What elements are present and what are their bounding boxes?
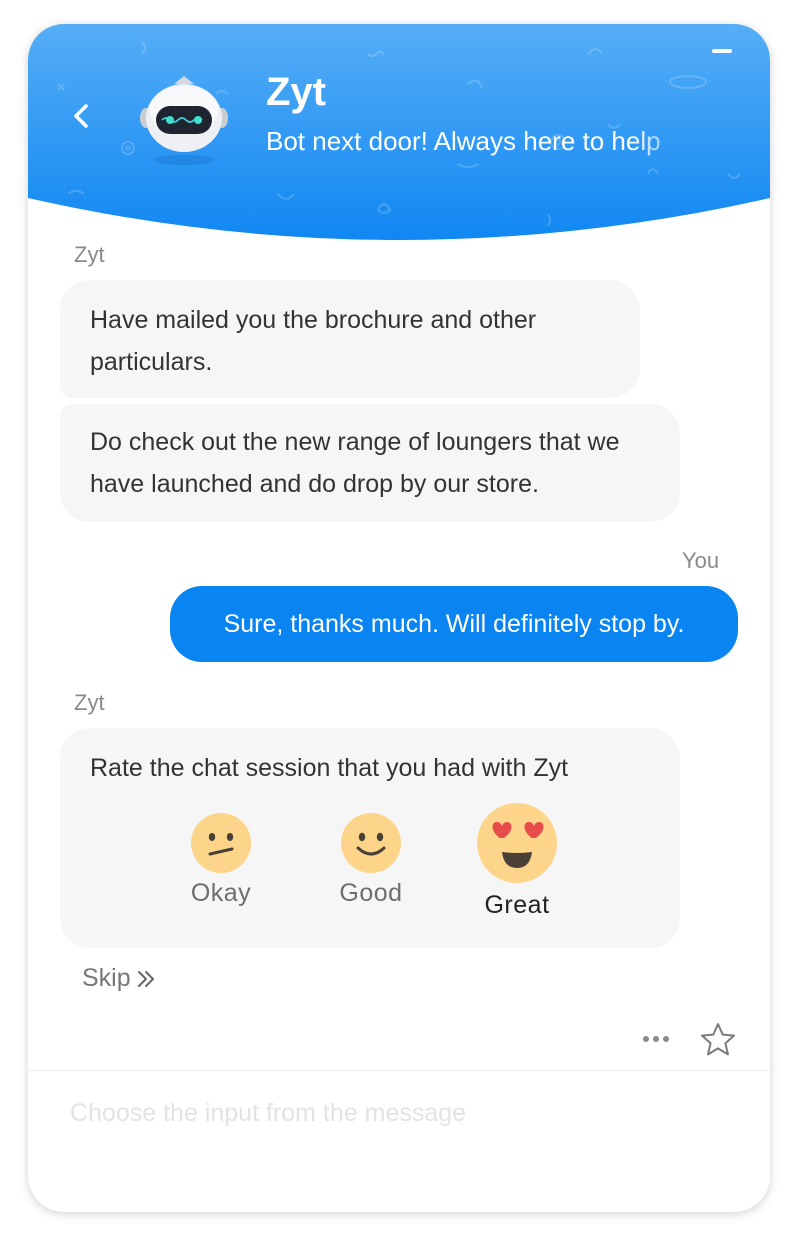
minimize-icon [712,49,732,53]
bot-message-bubble: Have mailed you the brochure and other p… [60,280,640,398]
skip-button[interactable]: Skip [82,964,157,993]
bot-name: Zyt [266,70,326,114]
rating-option-good[interactable]: Good [318,812,424,908]
favorite-button[interactable] [698,1020,738,1060]
chat-input[interactable] [68,1090,732,1136]
sender-label: Zyt [74,242,105,267]
minimize-button[interactable] [712,46,736,56]
rating-label: Great [484,891,550,919]
bot-message-bubble: Do check out the new range of loungers t… [60,404,680,522]
sender-label: You [682,548,720,573]
more-options-button[interactable] [638,1024,678,1054]
footer-divider [28,1070,770,1071]
rating-option-okay[interactable]: Okay [168,812,274,908]
heart-eyes-face-icon [477,803,557,883]
bot-tagline: Bot next door! Always here to help [266,126,661,156]
more-dots-icon [643,1036,669,1042]
sender-label: Zyt [74,690,105,715]
back-button[interactable] [64,98,100,134]
smiling-face-icon [341,813,401,873]
star-icon [701,1023,735,1056]
chevron-left-icon [74,104,88,128]
chat-widget: Zyt Bot next door! Always here to help Z… [28,24,770,1212]
rating-prompt: Rate the chat session that you had with … [90,754,569,782]
double-chevron-right-icon [137,971,154,988]
user-message-bubble: Sure, thanks much. Will definitely stop … [170,586,738,662]
robot-avatar-icon [140,76,228,165]
skip-label: Skip [82,964,131,992]
rating-option-great[interactable]: Great [464,802,570,920]
rating-label: Good [339,879,403,907]
chat-header: Zyt Bot next door! Always here to help [28,24,770,244]
rating-label: Okay [190,879,252,907]
neutral-face-icon [191,813,251,873]
